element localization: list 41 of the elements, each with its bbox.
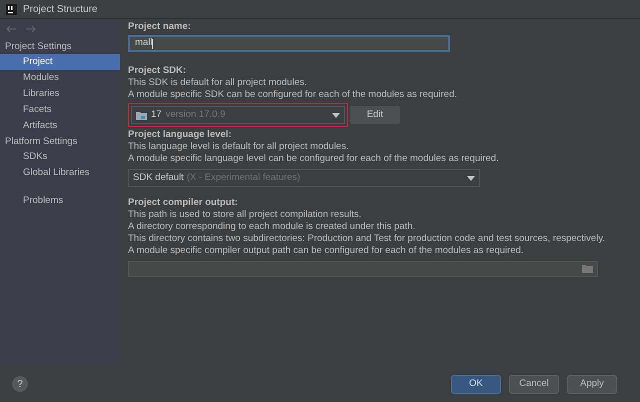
sidebar-section-heading: Platform Settings: [4, 135, 78, 149]
field-label: Project language level:: [128, 129, 232, 141]
sidebar-item[interactable]: Problems: [0, 193, 120, 209]
description-text: A directory corresponding to each module is created under this path.: [128, 221, 416, 233]
dialog-button[interactable]: Cancel: [509, 374, 559, 394]
edit-button[interactable]: Edit: [350, 106, 400, 124]
help-button[interactable]: ?: [12, 376, 28, 392]
sdk-dropdown[interactable]: 17 version 17.0.9: [131, 106, 345, 124]
sidebar-item[interactable]: Libraries: [0, 86, 120, 102]
folder-icon: [136, 110, 147, 120]
app-logo-icon: [6, 4, 17, 14]
sidebar-item[interactable]: Project: [0, 54, 120, 70]
description-text: This language level is default for all project modules.: [128, 141, 350, 153]
sdk-version: version 17.0.9: [166, 108, 226, 122]
sidebar-item[interactable]: SDKs: [0, 149, 120, 165]
dialog-button[interactable]: Apply: [567, 374, 617, 394]
field-label: Project name:: [128, 21, 192, 33]
sidebar-section-heading: Project Settings: [4, 40, 73, 54]
project-name-field[interactable]: mall: [128, 35, 450, 52]
description-text: A module specific compiler output path can be configured for each of the modules as required.: [128, 245, 525, 257]
sidebar-item[interactable]: Facets: [0, 102, 120, 118]
folder-icon[interactable]: [582, 265, 593, 273]
description-text: This directory contains two subdirectories: Production and Test for production code and test sources, respectively.: [128, 233, 606, 245]
sidebar-item[interactable]: Artifacts: [0, 118, 120, 134]
language-level-value: SDK default: [133, 170, 184, 185]
description-text: This SDK is default for all project modules.: [128, 77, 308, 89]
description-text: A module specific language level can be configured for each of the modules as required.: [128, 153, 500, 165]
back-arrow-icon[interactable]: [6, 25, 16, 33]
dialog-button[interactable]: OK: [451, 374, 501, 394]
dropdown-caret-icon: [467, 176, 475, 180]
dropdown-caret-icon: [332, 112, 340, 118]
description-text: This path is used to store all project compilation results.: [128, 209, 362, 221]
description-text: A module specific SDK can be configured for each of the modules as required.: [128, 89, 458, 101]
sdk-name: 17: [151, 108, 162, 122]
field-label: Project compiler output:: [128, 197, 239, 209]
sidebar-item[interactable]: Global Libraries: [0, 165, 120, 181]
forward-arrow-icon[interactable]: [26, 25, 36, 33]
compiler-output-field[interactable]: [128, 261, 598, 277]
field-label: Project SDK:: [128, 65, 188, 77]
sidebar-item[interactable]: Modules: [0, 70, 120, 86]
window-title: Project Structure: [23, 2, 98, 16]
